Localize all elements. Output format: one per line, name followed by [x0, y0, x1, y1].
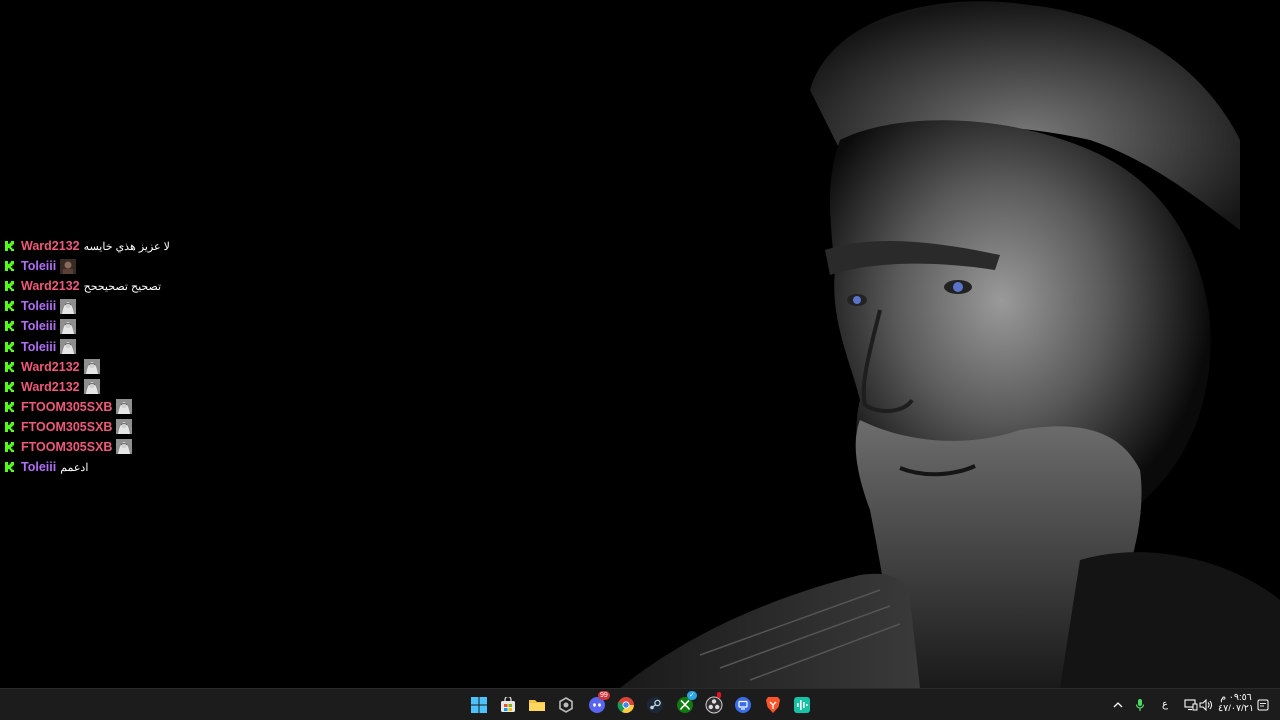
kick-icon	[4, 301, 14, 312]
chat-message: Ward2132	[4, 357, 170, 377]
discord-badge: 99	[598, 691, 610, 700]
chat-message-text: ادعمم	[60, 461, 89, 474]
kick-icon	[4, 241, 14, 252]
chat-message: FTOOM305SXB	[4, 437, 170, 457]
microphone-icon[interactable]	[1130, 695, 1150, 715]
kick-icon	[4, 261, 14, 272]
chat-username[interactable]: Ward2132	[21, 380, 80, 394]
clock[interactable]: ٠٩:٥٦ م ٤٧/٠٧/٢١	[1218, 692, 1254, 714]
chat-username[interactable]: Ward2132	[21, 239, 80, 253]
notification-icon[interactable]	[1253, 695, 1273, 715]
chat-message: Toleiii	[4, 296, 170, 316]
emote-icon	[60, 339, 77, 355]
chat-message-text: لا عزيز هذي خايسه	[83, 240, 170, 253]
chat-message: Toleiii	[4, 336, 170, 356]
chat-username[interactable]: Ward2132	[21, 279, 80, 293]
chat-username[interactable]: Toleiii	[21, 319, 56, 333]
chat-overlay: Ward2132 لا عزيز هذي خايسه Toleiii Ward2132…	[4, 236, 170, 477]
chat-message: Ward2132 لا عزيز هذي خايسه	[4, 236, 170, 256]
clock-date: ٤٧/٠٧/٢١	[1218, 703, 1254, 714]
voice-app-icon[interactable]	[792, 695, 812, 715]
emote-icon	[83, 359, 100, 375]
desktop-wallpaper	[0, 0, 1280, 688]
obs-recording-dot-icon	[717, 692, 721, 698]
emote-icon	[83, 379, 100, 395]
kick-icon	[4, 381, 14, 392]
chat-username[interactable]: Toleiii	[21, 299, 56, 313]
xbox-badge-icon: ✓	[687, 691, 697, 700]
clock-time: ٠٩:٥٦ م	[1220, 692, 1252, 703]
kick-icon	[4, 441, 14, 452]
kick-icon	[4, 321, 14, 332]
xbox-icon[interactable]: ✓	[675, 691, 697, 715]
chat-message: FTOOM305SXB	[4, 397, 170, 417]
taskbar: 99 ✓ ع ٠٩:٥٦ م ٤٧/٠٧/٢١	[0, 688, 1280, 720]
emote-icon	[116, 439, 133, 455]
language-indicator[interactable]: ع	[1162, 699, 1168, 710]
chat-username[interactable]: FTOOM305SXB	[21, 440, 112, 454]
chrome-icon[interactable]	[616, 695, 636, 715]
kick-icon	[4, 401, 14, 412]
start-icon[interactable]	[469, 695, 489, 715]
kick-icon	[4, 462, 14, 473]
kick-icon	[4, 421, 14, 432]
emote-icon	[60, 258, 77, 274]
chat-username[interactable]: Toleiii	[21, 340, 56, 354]
chat-message: Toleiii ادعمم	[4, 457, 170, 477]
emote-icon	[116, 419, 133, 435]
emote-icon	[116, 399, 133, 415]
speaker-icon[interactable]	[1196, 695, 1216, 715]
kick-icon	[4, 361, 14, 372]
emote-icon	[60, 318, 77, 334]
chat-username[interactable]: Ward2132	[21, 360, 80, 374]
emote-icon	[60, 298, 77, 314]
microsoft-store-icon[interactable]	[498, 695, 518, 715]
discord-icon[interactable]: 99	[587, 691, 610, 715]
chat-message: Toleiii	[4, 316, 170, 336]
remote-desktop-icon[interactable]	[733, 695, 753, 715]
steam-icon[interactable]	[645, 695, 665, 715]
app-hexagon-icon[interactable]	[556, 695, 576, 715]
kick-icon	[4, 341, 14, 352]
chat-message: Ward2132 تصحيح تصحيححح	[4, 276, 170, 296]
obs-icon[interactable]	[704, 692, 724, 715]
brave-icon[interactable]	[763, 695, 783, 715]
chat-username[interactable]: FTOOM305SXB	[21, 400, 112, 414]
chat-message: FTOOM305SXB	[4, 417, 170, 437]
chat-message: Ward2132	[4, 377, 170, 397]
chevron-up-icon[interactable]	[1108, 695, 1128, 715]
chat-username[interactable]: Toleiii	[21, 259, 56, 273]
chat-message: Toleiii	[4, 256, 170, 276]
kick-icon	[4, 281, 14, 292]
chat-message-text: تصحيح تصحيححح	[83, 280, 162, 293]
chat-username[interactable]: Toleiii	[21, 460, 56, 474]
file-explorer-icon[interactable]	[527, 695, 547, 715]
chat-username[interactable]: FTOOM305SXB	[21, 420, 112, 434]
